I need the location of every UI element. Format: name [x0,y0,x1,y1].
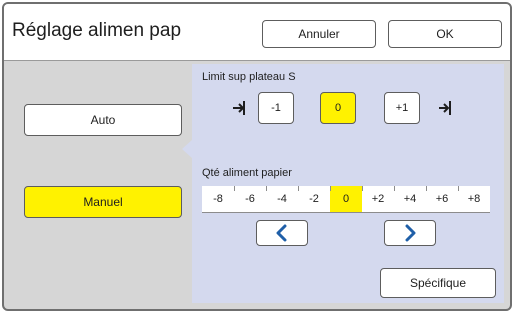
page-title: Réglage alimen pap [12,20,182,41]
selection-pointer [182,140,192,158]
scale-value: +6 [426,186,458,212]
chevron-left-icon [276,224,287,242]
feed-amount-label: Qté aliment papier [202,167,292,179]
increase-button[interactable] [384,220,436,246]
scale-value: -2 [298,186,330,212]
manual-mode-button[interactable]: Manuel [24,186,182,218]
ok-button[interactable]: OK [388,20,502,48]
auto-mode-button[interactable]: Auto [24,104,182,136]
align-right-icon [439,101,451,115]
tray-limit-plus1-button[interactable]: +1 [384,92,420,124]
tray-limit-zero-button[interactable]: 0 [320,92,356,124]
scale-value: -4 [266,186,298,212]
manual-settings-panel: Limit sup plateau S -1 0 +1 Qté aliment … [192,64,504,303]
dialog-header: Réglage alimen pap Annuler OK [4,4,510,61]
chevron-right-icon [405,224,416,242]
scale-value-selected: 0 [330,186,362,212]
decrease-button[interactable] [256,220,308,246]
tray-limit-label: Limit sup plateau S [202,71,296,83]
scale-value: +8 [458,186,490,212]
scale-value: -8 [213,193,223,205]
scale-value: +2 [362,186,394,212]
align-left-icon [233,101,245,115]
specific-button[interactable]: Spécifique [380,268,496,298]
tray-limit-minus1-button[interactable]: -1 [258,92,294,124]
cancel-button[interactable]: Annuler [262,20,376,48]
feed-amount-scale: -8 -6 -4 -2 0 +2 +4 +6 +8 [202,186,490,213]
paper-feed-adjust-dialog: Réglage alimen pap Annuler OK Auto Manue… [2,2,512,311]
scale-value: -6 [234,186,266,212]
scale-value: +4 [394,186,426,212]
